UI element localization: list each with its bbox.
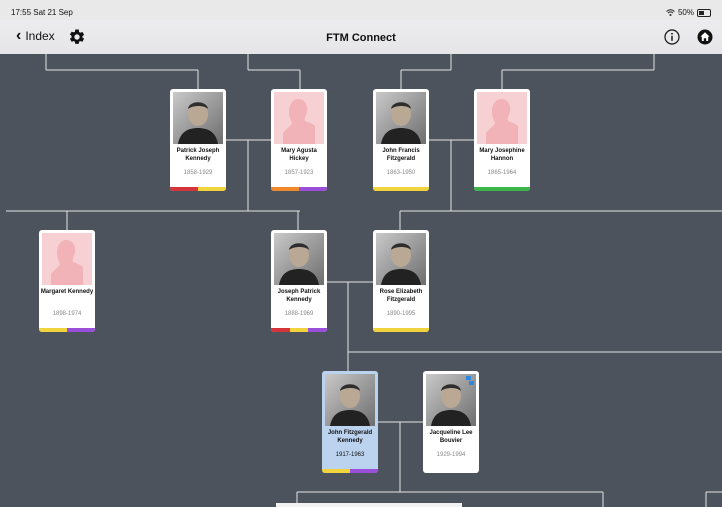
person-dates: 1888-1969 <box>284 311 314 317</box>
color-tag-purple <box>350 469 378 473</box>
person-name: John Fitzgerald Kennedy <box>327 430 373 444</box>
person-silhouette-icon <box>486 99 518 144</box>
color-tag-bar <box>170 187 226 191</box>
person-name: Patrick Joseph Kennedy <box>176 148 220 162</box>
color-tag-red <box>170 187 198 191</box>
color-tag-purple <box>308 328 327 332</box>
person-card[interactable]: Mary Agusta Hickey 1857-1923 <box>271 89 327 191</box>
person-photo <box>274 233 324 285</box>
person-photo <box>376 92 426 144</box>
color-tag-yellow <box>198 187 226 191</box>
person-photo <box>376 233 426 285</box>
person-dates: 1857-1923 <box>284 170 314 176</box>
color-tag-red <box>271 328 290 332</box>
person-placeholder <box>42 233 92 285</box>
person-name: Mary Agusta Hickey <box>281 148 317 162</box>
person-card[interactable]: Jacqueline Lee Bouvier 1929-1994 <box>423 371 479 473</box>
color-tag-yellow <box>373 328 429 332</box>
person-name: Jacqueline Lee Bouvier <box>429 430 473 444</box>
color-tag-bar <box>474 187 530 191</box>
person-card[interactable]: Margaret Kennedy 1898-1974 <box>39 230 95 332</box>
color-tag-yellow <box>289 328 309 332</box>
person-photo <box>325 374 375 426</box>
person-card[interactable]: Mary Josephine Hannon 1865-1964 <box>474 89 530 191</box>
person-dates: 1865-1964 <box>487 170 517 176</box>
color-tag-bar <box>271 328 327 332</box>
person-card[interactable]: John Francis Fitzgerald 1863-1950 <box>373 89 429 191</box>
person-dates: 1898-1974 <box>52 311 82 317</box>
color-tag-bar <box>373 328 429 332</box>
person-dates: 1858-1929 <box>183 170 213 176</box>
person-name: Margaret Kennedy <box>40 289 94 295</box>
person-name: Joseph Patrick Kennedy <box>277 289 321 303</box>
person-name: Mary Josephine Hannon <box>479 148 525 162</box>
color-tag-yellow <box>373 187 429 191</box>
person-dates: 1863-1950 <box>386 170 416 176</box>
person-silhouette-icon <box>283 99 315 144</box>
person-placeholder <box>477 92 527 144</box>
color-tag-bar <box>322 469 378 473</box>
sync-badge-icon <box>464 374 476 386</box>
person-photo <box>274 233 324 285</box>
color-tag-bar <box>271 187 327 191</box>
person-silhouette-icon <box>51 240 83 285</box>
person-card[interactable]: John Fitzgerald Kennedy 1917-1963 <box>322 371 378 473</box>
color-tag-purple <box>67 328 95 332</box>
person-dates: 1890-1995 <box>386 311 416 317</box>
person-card[interactable]: Joseph Patrick Kennedy 1888-1969 <box>271 230 327 332</box>
color-tag-yellow <box>322 469 350 473</box>
person-placeholder <box>274 92 324 144</box>
person-name: John Francis Fitzgerald <box>382 148 420 162</box>
person-name: Rose Elizabeth Fitzgerald <box>379 289 423 303</box>
partial-card <box>276 503 462 507</box>
person-photo <box>173 92 223 144</box>
color-tag-green <box>474 187 530 191</box>
person-photo <box>376 233 426 285</box>
person-photo <box>173 92 223 144</box>
color-tag-bar <box>39 328 95 332</box>
person-card[interactable]: Patrick Joseph Kennedy 1858-1929 <box>170 89 226 191</box>
person-dates: 1917-1963 <box>335 452 365 458</box>
person-photo <box>325 374 375 426</box>
color-tag-purple <box>299 187 327 191</box>
person-card[interactable]: Rose Elizabeth Fitzgerald 1890-1995 <box>373 230 429 332</box>
color-tag-yellow <box>39 328 67 332</box>
color-tag-orange <box>271 187 299 191</box>
color-tag-bar <box>373 187 429 191</box>
person-dates: 1929-1994 <box>436 452 466 458</box>
person-photo <box>376 92 426 144</box>
